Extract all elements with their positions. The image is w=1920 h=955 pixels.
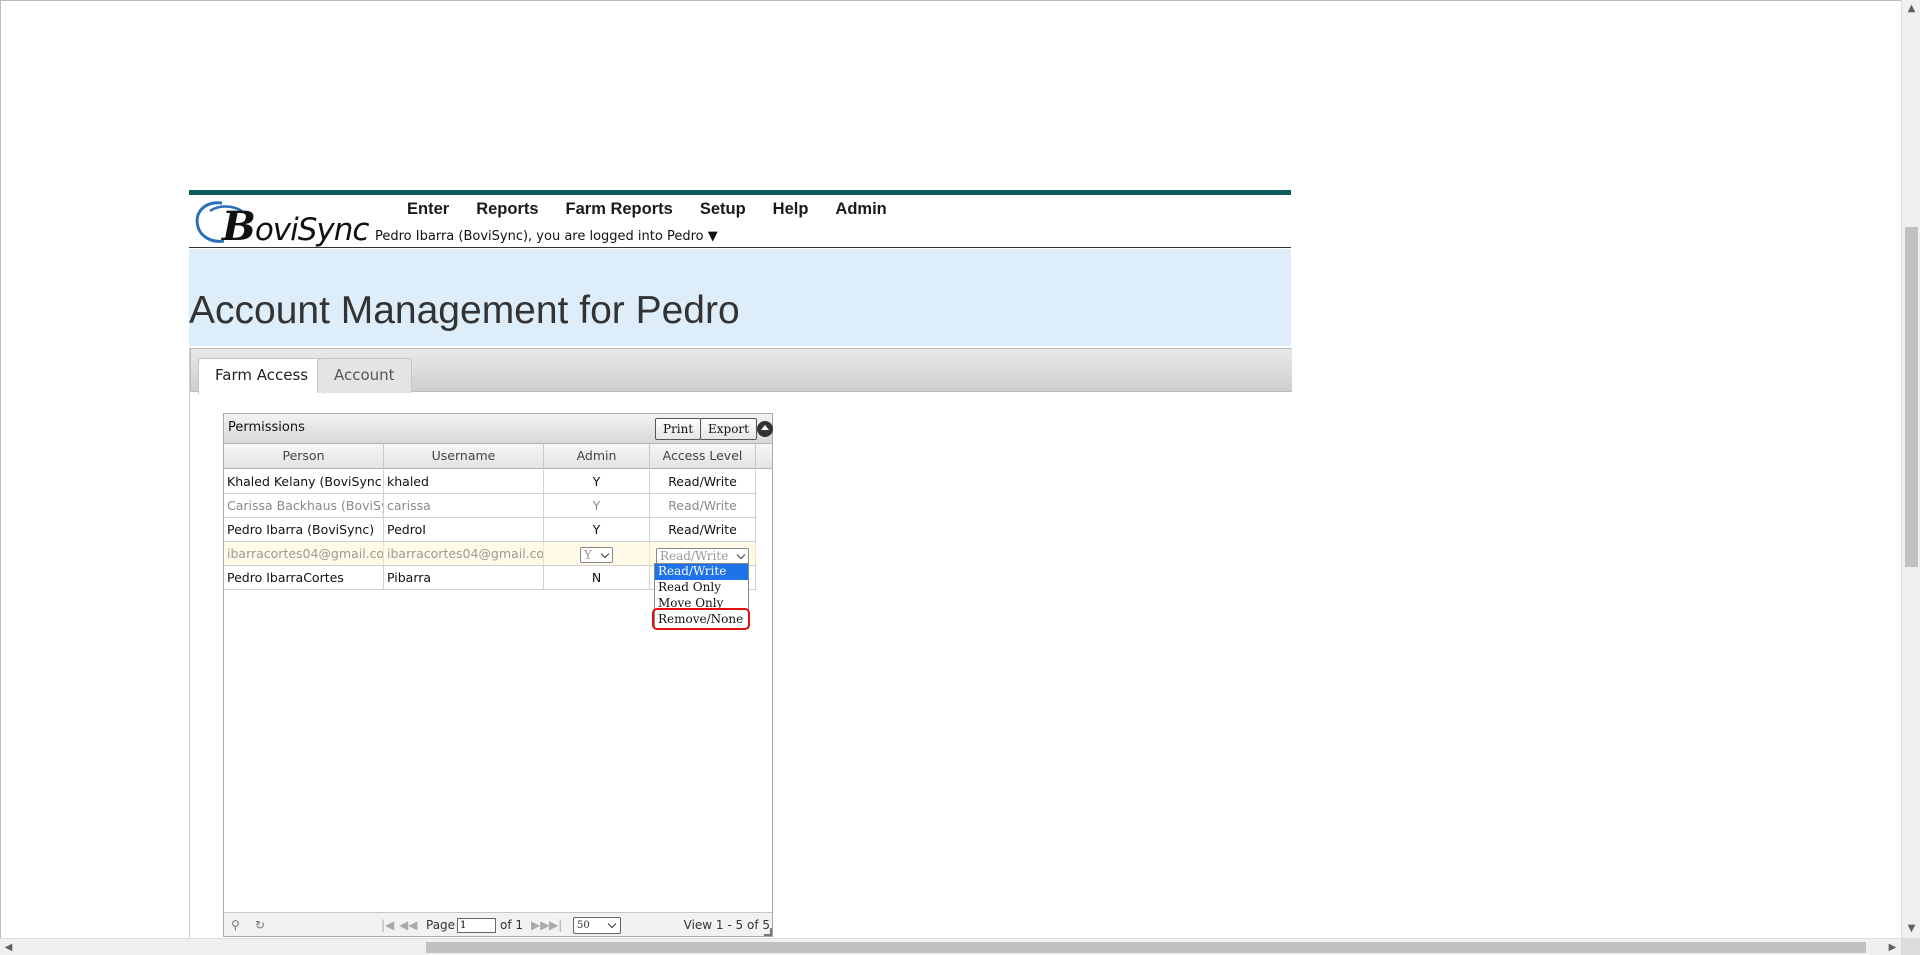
next-page-icon[interactable]: ▶▶ bbox=[531, 918, 549, 932]
access-level-select[interactable]: Read/Write bbox=[656, 548, 749, 564]
scrollbar-corner bbox=[1901, 938, 1920, 955]
pager-page-label: Page bbox=[426, 918, 456, 932]
tab-account[interactable]: Account bbox=[317, 358, 412, 393]
column-header-spacer bbox=[756, 444, 774, 468]
chevron-down-icon bbox=[607, 919, 617, 929]
column-header-admin[interactable]: Admin bbox=[544, 444, 650, 468]
cell-person: Khaled Kelany (BoviSync) bbox=[224, 470, 384, 493]
cell-admin: N bbox=[544, 566, 650, 589]
nav-admin[interactable]: Admin bbox=[825, 200, 903, 219]
cell-access-level: Read/Write bbox=[650, 494, 756, 517]
prev-page-icon[interactable]: ◀◀ bbox=[399, 918, 417, 932]
chevron-down-icon bbox=[600, 549, 610, 558]
horizontal-scrollbar[interactable]: ◀ ▶ bbox=[0, 938, 1901, 955]
view-range-text: View 1 - 5 of 5 bbox=[683, 918, 770, 932]
page-number-input[interactable] bbox=[457, 918, 496, 933]
option-read-only[interactable]: Read Only bbox=[655, 580, 748, 596]
resize-grip-icon[interactable] bbox=[764, 928, 772, 936]
title-band: Account Management for Pedro bbox=[189, 249, 1291, 346]
scroll-up-icon[interactable]: ▲ bbox=[1907, 4, 1916, 14]
tab-farm-access[interactable]: Farm Access bbox=[198, 358, 326, 394]
cell-access-level: Read/Write bbox=[650, 518, 756, 541]
app-header: BoviSync Enter Reports Farm Reports Setu… bbox=[189, 190, 1291, 250]
admin-select[interactable]: Y bbox=[580, 546, 613, 563]
cell-username: PedroI bbox=[384, 518, 544, 541]
print-button[interactable]: Print bbox=[655, 418, 702, 440]
scroll-right-icon[interactable]: ▶ bbox=[1888, 943, 1897, 953]
vertical-scroll-thumb[interactable] bbox=[1905, 227, 1918, 567]
scroll-left-icon[interactable]: ◀ bbox=[4, 943, 13, 953]
pager-of-label: of 1 bbox=[500, 918, 524, 932]
cell-person: ibarracortes04@gmail.com bbox=[224, 542, 384, 565]
grid-pager: ⚲ ↻ |◀ ◀◀ Page of 1 ▶▶ ▶| 50 View 1 - 5 … bbox=[224, 912, 772, 936]
chevron-down-icon bbox=[736, 550, 746, 560]
cell-username: khaled bbox=[384, 470, 544, 493]
access-level-dropdown: Read/Write Read Only Move Only Remove/No… bbox=[654, 563, 749, 629]
refresh-icon[interactable]: ↻ bbox=[255, 918, 265, 932]
rows-per-page-select[interactable]: 50 bbox=[573, 917, 621, 934]
grid-column-headers: Person Username Admin Access Level bbox=[224, 444, 772, 469]
cell-admin: Y bbox=[544, 494, 650, 517]
permissions-grid: Permissions Print Export Person Username… bbox=[223, 413, 773, 937]
first-page-icon[interactable]: |◀ bbox=[381, 918, 394, 932]
table-row[interactable]: Khaled Kelany (BoviSync) khaled Y Read/W… bbox=[224, 470, 756, 494]
cell-admin: Y bbox=[544, 518, 650, 541]
cell-username: carissa bbox=[384, 494, 544, 517]
column-header-person[interactable]: Person bbox=[224, 444, 384, 468]
cell-username: ibarracortes04@gmail.com bbox=[384, 542, 544, 565]
nav-help[interactable]: Help bbox=[763, 200, 826, 219]
option-remove-none[interactable]: Remove/None bbox=[655, 612, 748, 628]
horizontal-scroll-thumb[interactable] bbox=[426, 942, 1866, 953]
cell-person: Pedro Ibarra (BoviSync) bbox=[224, 518, 384, 541]
cell-admin-editor: Y bbox=[544, 542, 650, 565]
tab-strip: Farm Access Account bbox=[190, 348, 1292, 394]
vertical-scrollbar[interactable]: ▲ ▼ bbox=[1901, 0, 1920, 938]
cell-username: Pibarra bbox=[384, 566, 544, 589]
grid-caption: Permissions Print Export bbox=[224, 414, 773, 444]
table-row[interactable]: Pedro Ibarra (BoviSync) PedroI Y Read/Wr… bbox=[224, 518, 756, 542]
cell-admin: Y bbox=[544, 470, 650, 493]
bovisync-logo[interactable]: BoviSync bbox=[192, 197, 369, 250]
nav-farm-reports[interactable]: Farm Reports bbox=[556, 200, 690, 219]
collapse-grid-icon[interactable] bbox=[757, 421, 773, 437]
scroll-down-icon[interactable]: ▼ bbox=[1907, 924, 1916, 934]
cell-access-level: Read/Write bbox=[650, 470, 756, 493]
table-row[interactable]: Carissa Backhaus (BoviSync) carissa Y Re… bbox=[224, 494, 756, 518]
column-header-access-level[interactable]: Access Level bbox=[650, 444, 756, 468]
nav-reports[interactable]: Reports bbox=[466, 200, 555, 219]
search-icon[interactable]: ⚲ bbox=[231, 918, 240, 932]
cell-person: Carissa Backhaus (BoviSync) bbox=[224, 494, 384, 517]
nav-setup[interactable]: Setup bbox=[690, 200, 763, 219]
logo-text: BoviSync bbox=[222, 203, 369, 250]
option-move-only[interactable]: Move Only bbox=[655, 596, 748, 612]
cell-access-level-editor: Read/Write bbox=[650, 542, 756, 565]
login-farm-switcher[interactable]: Pedro Ibarra (BoviSync), you are logged … bbox=[375, 229, 718, 244]
nav-enter[interactable]: Enter bbox=[397, 200, 466, 219]
grid-title: Permissions bbox=[228, 420, 305, 435]
column-header-username[interactable]: Username bbox=[384, 444, 544, 468]
cell-person: Pedro IbarraCortes bbox=[224, 566, 384, 589]
main-nav: Enter Reports Farm Reports Setup Help Ad… bbox=[397, 200, 904, 219]
last-page-icon[interactable]: ▶| bbox=[549, 918, 562, 932]
option-read-write[interactable]: Read/Write bbox=[655, 564, 748, 580]
export-button[interactable]: Export bbox=[700, 418, 757, 440]
browser-viewport: BoviSync Enter Reports Farm Reports Setu… bbox=[0, 0, 1901, 938]
page-title: Account Management for Pedro bbox=[189, 289, 740, 332]
